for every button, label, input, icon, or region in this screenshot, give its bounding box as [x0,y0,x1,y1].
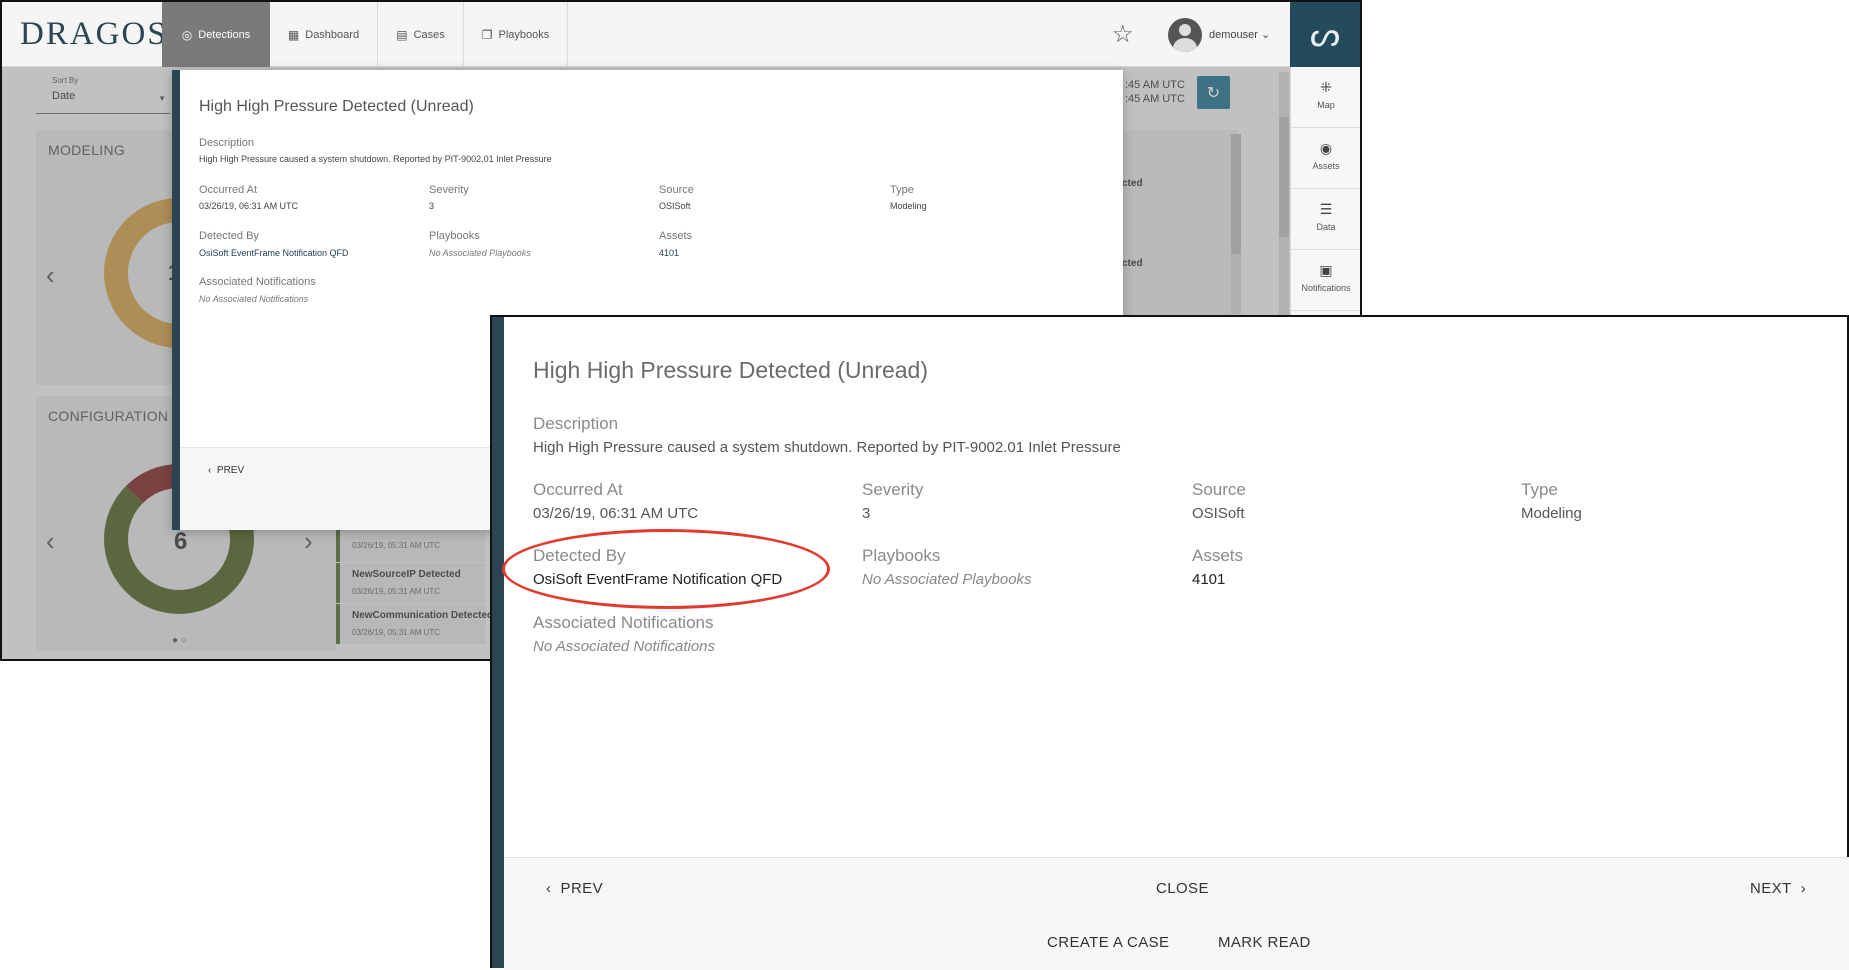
rail-label: Notifications [1301,283,1351,293]
rail-label: Data [1316,222,1336,232]
tab-label: Playbooks [498,28,550,41]
tab-detections[interactable]: ◎ Detections [162,2,270,67]
modal-title: High High Pressure Detected (Unread) [199,98,474,115]
star-icon[interactable]: ☆ [1112,20,1134,49]
rail-label: Map [1317,100,1335,110]
avatar[interactable] [1168,18,1202,52]
fingerprint-icon: ◎ [181,27,193,42]
create-case-button[interactable]: CREATE A CASE [1047,934,1169,951]
detected-by-label: Detected By [199,230,259,242]
modal-footer [504,857,1849,970]
playbooks-value: No Associated Playbooks [862,571,1032,588]
severity-label: Severity [862,480,924,499]
dragos-logo: DRAGOS [20,16,168,52]
type-label: Type [890,184,914,196]
type-value: Modeling [1521,505,1582,522]
source-value: OSISoft [659,201,691,211]
user-menu[interactable]: demouser ⌄ [1209,28,1270,41]
notifications-label: Associated Notifications [199,276,316,288]
severity-label: Severity [429,184,469,196]
occurred-at-label: Occurred At [533,480,623,499]
book-icon: ❐ [481,27,493,42]
tab-label: Detections [198,28,251,41]
modal-accent-bar [492,317,504,968]
tab-playbooks[interactable]: ❐ Playbooks [464,2,568,67]
next-button[interactable]: NEXT › [1750,880,1806,897]
source-label: Source [1192,480,1246,499]
database-icon: ☰ [1319,201,1333,217]
rail-item-assets[interactable]: ◉ Assets [1291,128,1360,189]
rail-item-data[interactable]: ☰ Data [1291,189,1360,250]
mark-read-button[interactable]: MARK READ [1218,934,1311,951]
rail-item-notifications[interactable]: ▣ Notifications [1291,250,1360,311]
assets-label: Assets [659,230,693,242]
archive-icon: ▣ [1319,262,1333,278]
type-label: Type [1521,480,1558,499]
description-label: Description [533,414,619,433]
dragon-logo-icon[interactable]: ᔕ [1290,2,1360,67]
rail-item-map[interactable]: ⁜ Map [1291,67,1360,128]
source-value: OSISoft [1192,505,1245,522]
compass-icon: ◉ [1319,140,1333,156]
description-value: High High Pressure caused a system shutd… [199,154,552,164]
clipboard-icon: ▤ [396,27,408,42]
playbooks-value: No Associated Playbooks [429,248,531,258]
highlight-ellipse [502,529,830,609]
assets-label: Assets [1192,546,1244,565]
notifications-value: No Associated Notifications [199,294,309,304]
prev-label: PREV [216,465,245,476]
tab-dashboard[interactable]: ▦ Dashboard [270,2,378,67]
next-label: NEXT [1750,880,1792,897]
playbooks-label: Playbooks [429,230,480,242]
source-label: Source [659,184,694,196]
prev-label: PREV [560,880,603,897]
prev-button[interactable]: ‹ PREV [546,880,603,897]
map-icon: ⁜ [1320,79,1332,95]
chevron-left-icon: ‹ [546,880,552,897]
close-button[interactable]: CLOSE [1156,880,1209,897]
notifications-label: Associated Notifications [533,613,714,632]
severity-value: 3 [429,201,435,211]
top-navigation-bar: DRAGOS ◎ Detections ▦ Dashboard ▤ Cases … [2,2,1360,67]
occurred-at-label: Occurred At [199,184,258,196]
description-label: Description [199,137,255,149]
tab-label: Cases [413,28,445,41]
assets-link[interactable]: 4101 [1192,571,1225,588]
prev-button[interactable]: ‹ PREV [208,465,244,476]
modal-title: High High Pressure Detected (Unread) [533,357,929,383]
chevron-right-icon: › [1800,880,1807,897]
occurred-at-value: 03/26/19, 06:31 AM UTC [533,505,699,522]
rail-label: Assets [1312,161,1340,171]
tab-cases[interactable]: ▤ Cases [378,2,464,67]
description-value: High High Pressure caused a system shutd… [533,439,1121,456]
tab-label: Dashboard [305,28,360,41]
detected-by-link[interactable]: OsiSoft EventFrame Notification QFD [199,248,349,258]
severity-value: 3 [862,505,871,522]
chevron-left-icon: ‹ [208,465,212,476]
dashboard-icon: ▦ [287,27,300,42]
occurred-at-value: 03/26/19, 06:31 AM UTC [199,201,299,211]
playbooks-label: Playbooks [862,546,941,565]
assets-link[interactable]: 4101 [659,248,679,258]
type-value: Modeling [890,201,927,211]
detection-modal-zoomed: High High Pressure Detected (Unread) Des… [490,315,1849,970]
notifications-value: No Associated Notifications [533,638,716,655]
username-label: demouser [1209,29,1258,41]
